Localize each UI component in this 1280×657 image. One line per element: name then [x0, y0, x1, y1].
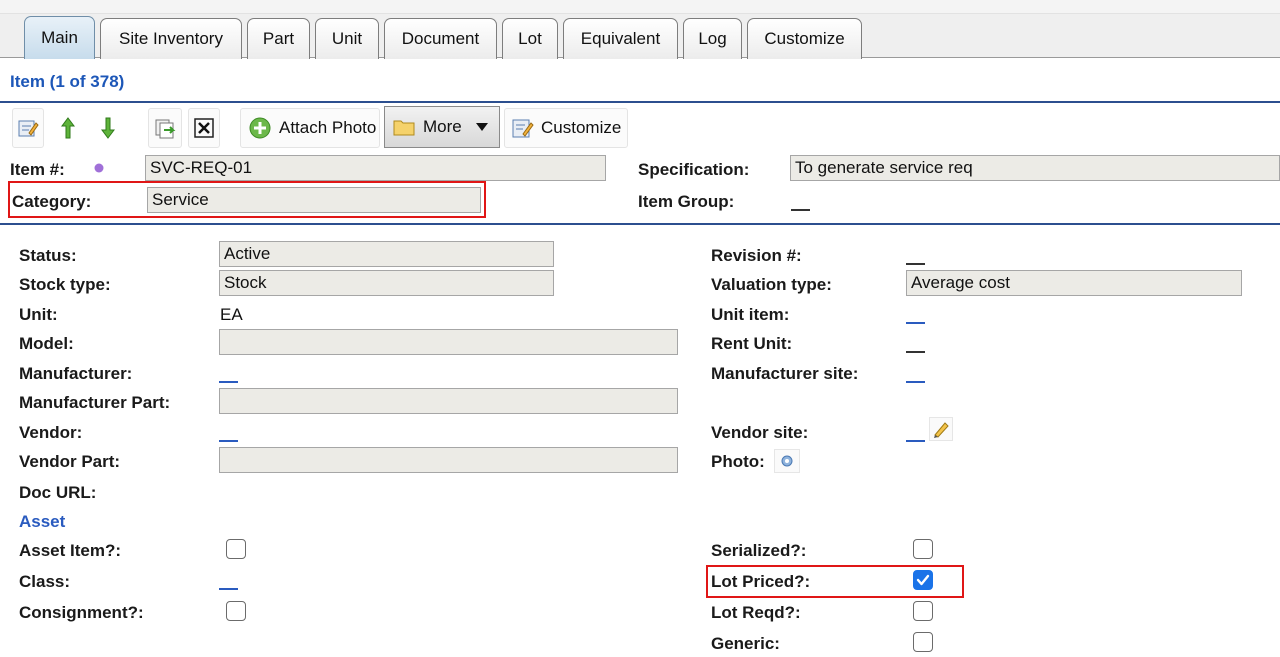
unit-item-link[interactable]: [906, 322, 925, 324]
specification-label: Specification:: [638, 160, 750, 179]
class-link[interactable]: [219, 588, 238, 590]
tab-bar: Main Site Inventory Part Unit Document L…: [0, 14, 1280, 59]
serialized-checkbox[interactable]: [913, 539, 933, 559]
tab-unit[interactable]: Unit: [315, 18, 379, 59]
model-label: Model:: [19, 334, 74, 353]
folder-icon: [393, 120, 415, 136]
asset-section-link[interactable]: Asset: [19, 512, 65, 532]
edit-form-icon: [18, 120, 39, 137]
unit-item-label: Unit item:: [711, 305, 790, 324]
pencil-icon: [934, 422, 949, 438]
asset-item-checkbox[interactable]: [226, 539, 246, 559]
customize-label: Customize: [541, 118, 622, 137]
valuation-type-field[interactable]: Average cost: [906, 270, 1242, 296]
manufacturer-link[interactable]: [219, 381, 238, 383]
rent-unit-label: Rent Unit:: [711, 334, 793, 353]
stock-type-field[interactable]: Stock: [219, 270, 554, 296]
copy-icon: [155, 119, 176, 139]
status-dot-icon: [94, 163, 104, 173]
lot-reqd-label: Lot Reqd?:: [711, 603, 801, 622]
tab-customize[interactable]: Customize: [747, 18, 862, 59]
delete-button[interactable]: [188, 108, 220, 148]
item-number-label: Item #:: [10, 160, 65, 179]
generic-checkbox[interactable]: [913, 632, 933, 652]
vendor-site-link[interactable]: [906, 440, 925, 442]
add-circle-icon: [249, 117, 271, 139]
revision-label: Revision #:: [711, 246, 802, 265]
item-number-field[interactable]: SVC-REQ-01: [145, 155, 606, 181]
tab-document[interactable]: Document: [384, 18, 497, 59]
vendor-label: Vendor:: [19, 423, 83, 442]
manufacturer-site-label: Manufacturer site:: [711, 364, 859, 383]
photo-icon: [781, 455, 793, 467]
unit-label: Unit:: [19, 305, 58, 324]
item-group-label: Item Group:: [638, 192, 735, 211]
item-group-empty: [791, 209, 810, 211]
doc-url-label: Doc URL:: [19, 483, 97, 502]
asset-item-label: Asset Item?:: [19, 541, 122, 560]
manufacturer-site-link[interactable]: [906, 381, 925, 383]
top-strip: [0, 0, 1280, 14]
tab-log[interactable]: Log: [683, 18, 742, 59]
more-label: More: [423, 117, 462, 136]
form-divider: [0, 223, 1280, 225]
arrow-up-icon: [61, 117, 75, 139]
customize-button[interactable]: Customize: [504, 108, 628, 148]
photo-button[interactable]: [774, 449, 800, 473]
arrow-down-icon: [101, 117, 115, 139]
model-field[interactable]: [219, 329, 678, 355]
specification-field[interactable]: To generate service req: [790, 155, 1280, 181]
edit-form-button[interactable]: [12, 108, 44, 148]
attach-photo-button[interactable]: Attach Photo: [240, 108, 380, 148]
photo-label: Photo:: [711, 452, 765, 471]
consignment-label: Consignment?:: [19, 603, 144, 622]
move-up-button[interactable]: [54, 108, 82, 148]
rent-unit-empty: [906, 351, 925, 353]
unit-value: EA: [220, 305, 243, 324]
revision-empty: [906, 263, 925, 265]
delete-icon: [194, 118, 214, 138]
lot-reqd-checkbox[interactable]: [913, 601, 933, 621]
attach-photo-label: Attach Photo: [279, 118, 377, 137]
move-down-button[interactable]: [94, 108, 122, 148]
vendor-link[interactable]: [219, 440, 238, 442]
valuation-type-label: Valuation type:: [711, 275, 832, 294]
vendor-part-label: Vendor Part:: [19, 452, 121, 471]
category-highlight: [8, 181, 486, 218]
class-label: Class:: [19, 572, 71, 591]
generic-label: Generic:: [711, 634, 780, 653]
status-field[interactable]: Active: [219, 241, 554, 267]
more-dropdown-button[interactable]: More: [384, 106, 500, 148]
manufacturer-part-label: Manufacturer Part:: [19, 393, 171, 412]
tab-site-inventory[interactable]: Site Inventory: [100, 18, 242, 59]
serialized-label: Serialized?:: [711, 541, 807, 560]
vendor-part-field[interactable]: [219, 447, 678, 473]
manufacturer-part-field[interactable]: [219, 388, 678, 414]
caret-down-icon: [475, 123, 488, 131]
status-label: Status:: [19, 246, 77, 265]
stock-type-label: Stock type:: [19, 275, 111, 294]
consignment-checkbox[interactable]: [226, 601, 246, 621]
lot-priced-highlight: [706, 565, 964, 598]
tab-lot[interactable]: Lot: [502, 18, 558, 59]
tab-equivalent[interactable]: Equivalent: [563, 18, 678, 59]
vendor-site-label: Vendor site:: [711, 423, 809, 442]
copy-button[interactable]: [148, 108, 182, 148]
edit-vendor-site-button[interactable]: [929, 417, 953, 441]
manufacturer-label: Manufacturer:: [19, 364, 133, 383]
tab-part[interactable]: Part: [247, 18, 310, 59]
customize-icon: [512, 119, 534, 138]
header-divider: [0, 101, 1280, 103]
item-header: Item (1 of 378): [10, 72, 125, 91]
tab-main[interactable]: Main: [24, 16, 95, 59]
